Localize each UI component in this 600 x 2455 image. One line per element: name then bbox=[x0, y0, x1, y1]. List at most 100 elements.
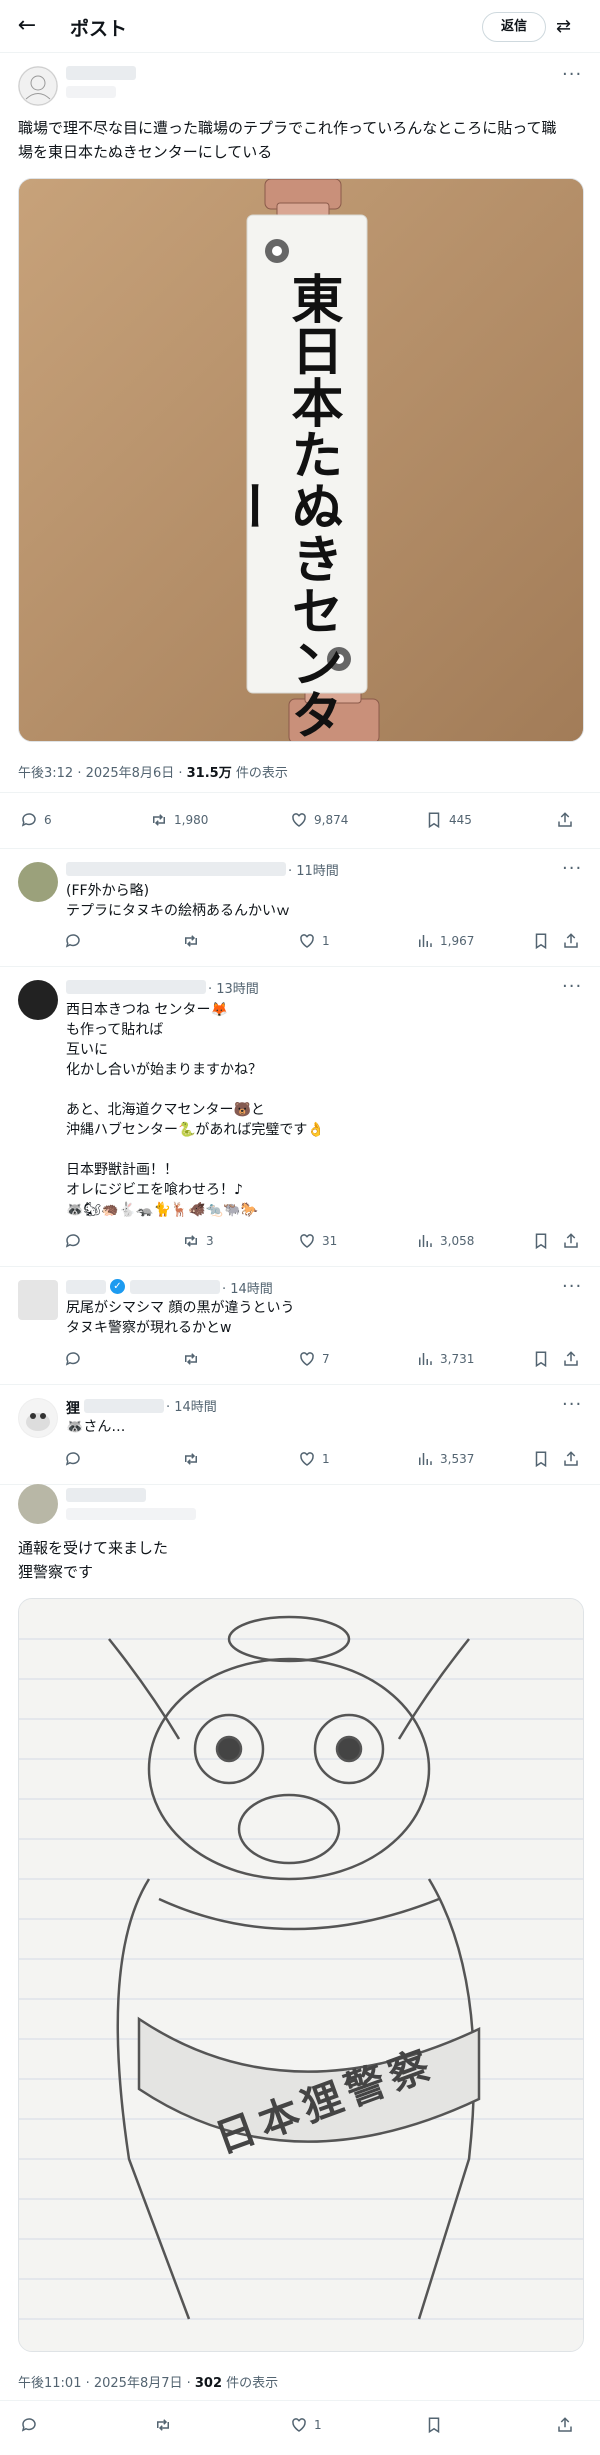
author-name-blurred[interactable] bbox=[84, 1399, 164, 1413]
reply-action[interactable] bbox=[20, 2416, 38, 2434]
reply-line: 🦝さん… bbox=[66, 1419, 126, 1435]
view-count: 31.5万 bbox=[186, 766, 232, 781]
view-count: 3,731 bbox=[440, 1352, 475, 1366]
share-action[interactable] bbox=[562, 1450, 580, 1468]
views-action[interactable]: 3,058 bbox=[416, 1232, 474, 1250]
reply-text: 尻尾がシマシマ 顔の黒が違うという タヌキ警察が現れるかとw bbox=[66, 1298, 566, 1338]
like-action[interactable]: 1 bbox=[298, 1450, 330, 1468]
avatar[interactable] bbox=[18, 1398, 58, 1438]
reply-line: 日本野獣計画！！ bbox=[66, 1162, 178, 1178]
post-photo-drawing[interactable]: 日本狸警察 bbox=[18, 1598, 584, 2352]
label-text: 東日本たぬきセンター bbox=[220, 272, 342, 740]
reply-text: 🦝さん… bbox=[66, 1417, 566, 1437]
reply-action[interactable] bbox=[64, 932, 82, 950]
like-count: 1 bbox=[322, 934, 330, 948]
share-action[interactable] bbox=[556, 811, 574, 829]
author-name-blurred[interactable] bbox=[66, 1280, 106, 1294]
reply-button[interactable]: 返信 bbox=[482, 12, 546, 42]
like-action[interactable]: 1 bbox=[290, 2416, 322, 2434]
share-icon bbox=[558, 2417, 572, 2432]
more-icon[interactable]: ··· bbox=[562, 64, 582, 85]
repost-action[interactable] bbox=[182, 1350, 200, 1368]
more-icon[interactable]: ··· bbox=[562, 858, 582, 879]
avatar[interactable] bbox=[18, 66, 58, 106]
views-action[interactable]: 3,537 bbox=[416, 1450, 474, 1468]
bookmark-action[interactable] bbox=[532, 1232, 550, 1250]
author-name-prefix[interactable]: 狸 bbox=[66, 1398, 80, 1418]
heart-icon bbox=[292, 2418, 306, 2432]
share-action[interactable] bbox=[556, 2416, 574, 2434]
reply-action[interactable] bbox=[64, 1232, 82, 1250]
repost-action[interactable] bbox=[182, 1450, 200, 1468]
more-icon[interactable]: ··· bbox=[562, 1394, 582, 1415]
author-name-blurred[interactable] bbox=[66, 862, 286, 876]
share-action[interactable] bbox=[562, 932, 580, 950]
like-count: 1 bbox=[322, 1452, 330, 1466]
bookmark-action[interactable] bbox=[532, 1450, 550, 1468]
bookmark-icon bbox=[535, 1451, 547, 1468]
share-action[interactable] bbox=[562, 1350, 580, 1368]
like-action[interactable]: 9,874 bbox=[290, 811, 348, 829]
post-time[interactable]: 午後11:01 · 2025年8月7日 · bbox=[18, 2376, 195, 2391]
author-name-blurred[interactable] bbox=[66, 66, 136, 80]
author-name-blurred[interactable] bbox=[66, 1488, 146, 1502]
repost-action[interactable] bbox=[182, 932, 200, 950]
reply-line: も作って貼れば bbox=[66, 1022, 164, 1038]
bookmark-action[interactable]: 445 bbox=[425, 811, 472, 829]
repost-action[interactable] bbox=[154, 2416, 172, 2434]
like-action[interactable]: 7 bbox=[298, 1350, 330, 1368]
author-handle-blurred bbox=[66, 1508, 196, 1520]
repost-action[interactable]: 3 bbox=[182, 1232, 214, 1250]
avatar[interactable] bbox=[18, 1280, 58, 1320]
bookmark-action[interactable] bbox=[532, 932, 550, 950]
reply-text: (FF外から略) テプラにタヌキの絵柄あるんかいｗ bbox=[66, 881, 566, 921]
share-icon bbox=[564, 933, 578, 948]
repost-icon bbox=[185, 1353, 197, 1365]
more-icon[interactable]: ··· bbox=[562, 976, 582, 997]
reply-icon bbox=[65, 1234, 80, 1248]
divider bbox=[0, 1384, 600, 1385]
divider bbox=[0, 1266, 600, 1267]
more-icon[interactable]: ··· bbox=[562, 1276, 582, 1297]
share-icon bbox=[564, 1233, 578, 1248]
reply-line: 化かし合いが始まりますかね？ bbox=[66, 1062, 262, 1078]
reply-actions: 3 31 3,058 bbox=[0, 1230, 600, 1270]
post-text-line: 通報を受けて来ました bbox=[18, 1539, 169, 1557]
views-icon bbox=[419, 1453, 432, 1465]
repost-icon bbox=[185, 1453, 197, 1465]
bookmark-icon bbox=[428, 2417, 440, 2434]
reply-action[interactable] bbox=[64, 1350, 82, 1368]
heart-icon bbox=[300, 1352, 314, 1366]
post-photo[interactable]: 東日本たぬきセンター bbox=[18, 178, 584, 742]
page-title: ポスト bbox=[70, 18, 128, 40]
arrow-left-icon[interactable]: ← bbox=[14, 14, 40, 40]
post-time[interactable]: 午後3:12 · 2025年8月6日 · bbox=[18, 766, 187, 781]
author-handle-blurred bbox=[130, 1280, 220, 1294]
avatar[interactable] bbox=[18, 980, 58, 1020]
reply-time[interactable]: · 13時間 bbox=[208, 978, 259, 997]
avatar[interactable] bbox=[18, 862, 58, 902]
like-count: 31 bbox=[322, 1234, 338, 1248]
reply-line: タヌキ警察が現れるかとw bbox=[66, 1320, 232, 1336]
reply-action[interactable] bbox=[64, 1450, 82, 1468]
heart-icon bbox=[300, 1452, 314, 1466]
repost-count: 1,980 bbox=[174, 813, 209, 827]
reply-time[interactable]: · 14時間 bbox=[222, 1278, 273, 1297]
reply-time[interactable]: · 11時間 bbox=[288, 860, 339, 879]
repost-action[interactable]: 1,980 bbox=[150, 811, 208, 829]
reply-time[interactable]: · 14時間 bbox=[166, 1396, 217, 1415]
swap-icon[interactable]: ⇄ bbox=[556, 16, 571, 37]
reply-line bbox=[66, 1140, 566, 1160]
like-action[interactable]: 1 bbox=[298, 932, 330, 950]
share-action[interactable] bbox=[562, 1232, 580, 1250]
reply-action[interactable]: 6 bbox=[20, 811, 52, 829]
bookmark-action[interactable] bbox=[532, 1350, 550, 1368]
like-action[interactable]: 31 bbox=[298, 1232, 337, 1250]
author-name-blurred[interactable] bbox=[66, 980, 206, 994]
views-action[interactable]: 1,967 bbox=[416, 932, 474, 950]
reply-icon bbox=[21, 2418, 36, 2432]
views-action[interactable]: 3,731 bbox=[416, 1350, 474, 1368]
post-actions: 1 bbox=[0, 2410, 600, 2450]
avatar[interactable] bbox=[18, 1484, 58, 1524]
bookmark-action[interactable] bbox=[425, 2416, 443, 2434]
